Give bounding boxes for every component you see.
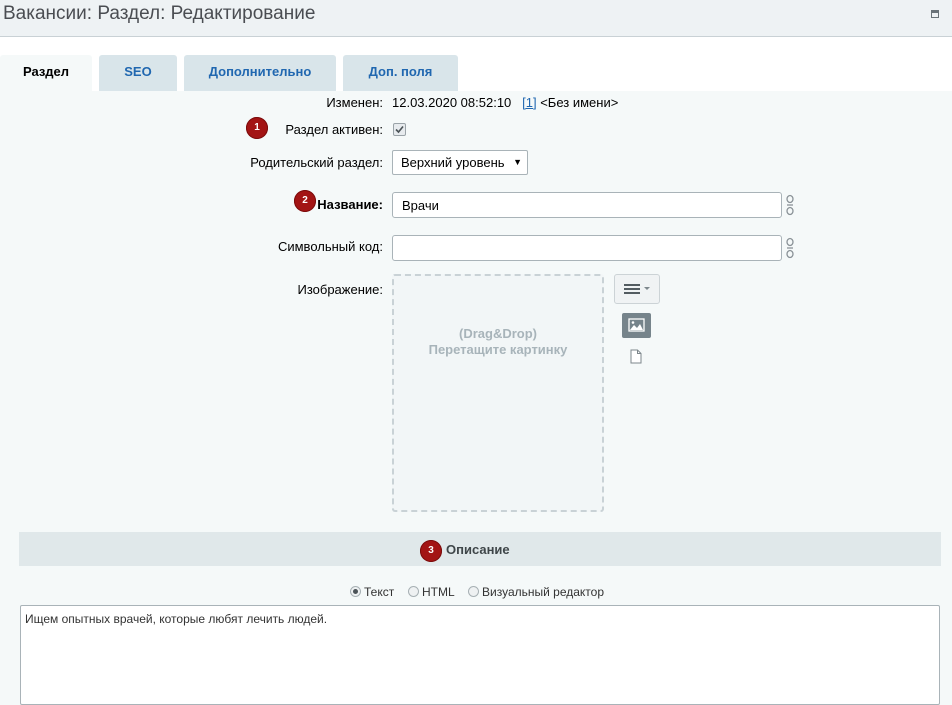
parent-label: Родительский раздел:: [250, 155, 383, 170]
modified-label: Изменен:: [326, 95, 383, 110]
mode-label-visual: Визуальный редактор: [482, 585, 605, 599]
radio-selected-icon[interactable]: [350, 586, 361, 597]
description-section-title: Описание: [446, 542, 510, 557]
step-badge-3: 3: [420, 540, 442, 562]
radio-icon[interactable]: [408, 586, 419, 597]
top-spacer: [0, 37, 952, 55]
chain-link-icon[interactable]: [785, 194, 795, 216]
code-input[interactable]: [392, 235, 782, 261]
image-dropzone[interactable]: (Drag&Drop) Перетащите картинку: [392, 274, 604, 512]
mode-option-visual[interactable]: Визуальный редактор: [468, 585, 604, 599]
window-title: Вакансии: Раздел: Редактирование: [3, 3, 316, 24]
file-upload-button[interactable]: [630, 349, 642, 367]
modified-user-link[interactable]: [1]: [522, 95, 536, 110]
tab-extra-fields[interactable]: Доп. поля: [343, 55, 458, 91]
window-titlebar: Вакансии: Раздел: Редактирование: [0, 0, 952, 37]
code-label: Символьный код:: [277, 239, 383, 254]
step-badge-1: 1: [246, 117, 268, 139]
image-library-button[interactable]: [622, 313, 651, 338]
parent-select[interactable]: Верхний уровень ▼: [392, 150, 528, 175]
modified-user-name: <Без имени>: [540, 95, 619, 110]
hamburger-menu-icon: [624, 284, 650, 294]
image-label: Изображение:: [297, 282, 383, 297]
maximize-icon[interactable]: [931, 10, 939, 18]
tab-seo[interactable]: SEO: [99, 55, 177, 91]
parent-select-value: Верхний уровень: [401, 155, 505, 170]
modified-value: 12.03.2020 08:52:10 [1] <Без имени>: [392, 95, 618, 110]
radio-icon[interactable]: [468, 586, 479, 597]
dropdown-arrow-icon: ▼: [513, 157, 522, 167]
chain-link-icon[interactable]: [785, 237, 795, 259]
modified-datetime: 12.03.2020 08:52:10: [392, 95, 512, 110]
checkmark-icon: [395, 125, 404, 134]
dropzone-hint-1: (Drag&Drop): [459, 326, 537, 341]
mode-label-html: HTML: [422, 585, 455, 599]
mode-label-text: Текст: [364, 585, 395, 599]
name-label: Название:: [317, 197, 383, 212]
mode-option-html[interactable]: HTML: [408, 585, 455, 599]
tab-bar: Раздел SEO Дополнительно Доп. поля: [0, 55, 952, 92]
active-label: Раздел активен:: [285, 122, 383, 137]
dropzone-hint-2: Перетащите картинку: [428, 342, 568, 357]
description-textarea[interactable]: Ищем опытных врачей, которые любят лечит…: [20, 605, 940, 705]
image-menu-button[interactable]: [614, 274, 660, 304]
name-input[interactable]: [392, 192, 782, 218]
document-icon: [630, 349, 642, 364]
image-icon: [628, 318, 645, 332]
tab-section[interactable]: Раздел: [0, 55, 92, 92]
tab-additional[interactable]: Дополнительно: [184, 55, 336, 91]
mode-option-text[interactable]: Текст: [350, 585, 394, 599]
active-checkbox[interactable]: [393, 123, 406, 136]
